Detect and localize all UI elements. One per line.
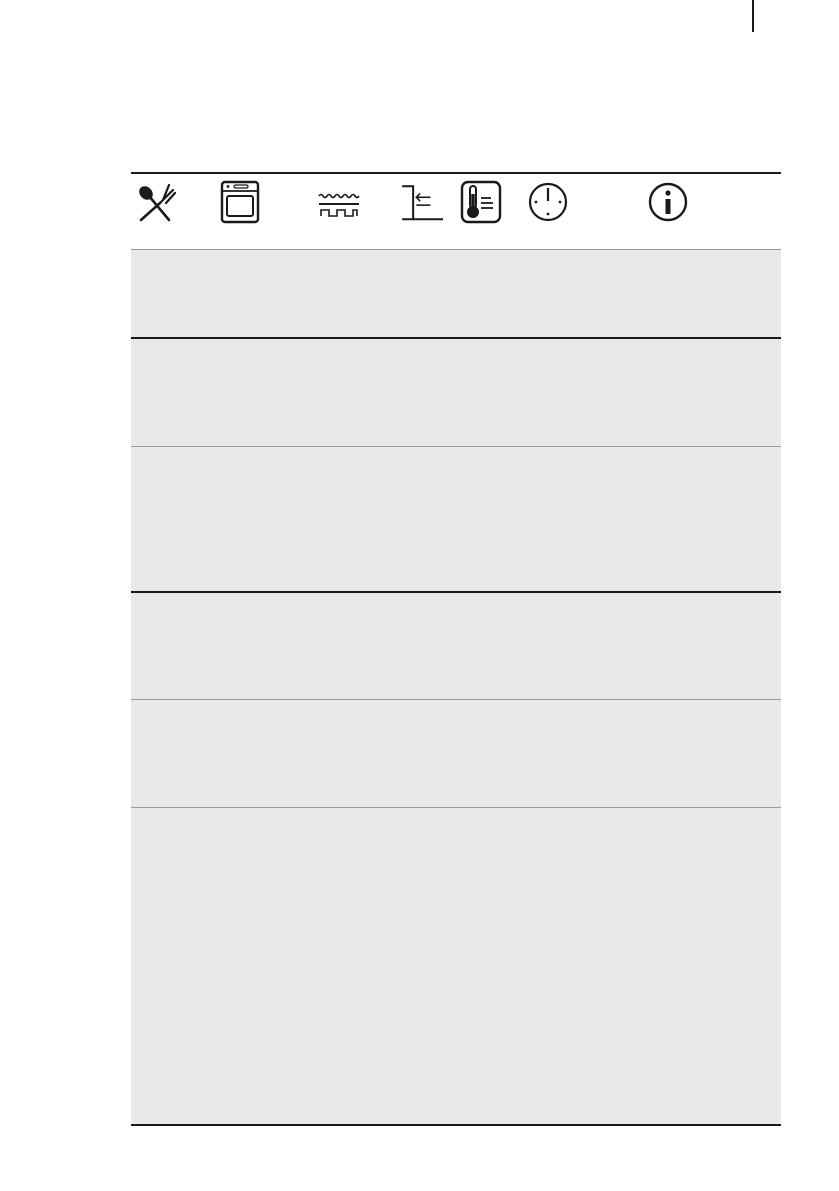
corner-mark xyxy=(752,0,754,32)
time-icon xyxy=(526,180,570,224)
cutlery-icon xyxy=(133,180,177,224)
shelf-position-icon xyxy=(399,180,443,224)
heating-function-icon xyxy=(317,180,361,224)
table-row xyxy=(131,447,781,593)
table-row xyxy=(131,808,781,1124)
cooking-table xyxy=(131,172,781,1126)
oven-icon xyxy=(219,180,263,224)
table-row xyxy=(131,593,781,700)
table-header xyxy=(131,172,781,250)
table-row xyxy=(131,250,781,339)
table-row xyxy=(131,339,781,447)
table-bottom-rule xyxy=(131,1124,781,1126)
temperature-icon xyxy=(459,180,503,224)
table-row xyxy=(131,700,781,808)
information-icon xyxy=(646,180,690,224)
